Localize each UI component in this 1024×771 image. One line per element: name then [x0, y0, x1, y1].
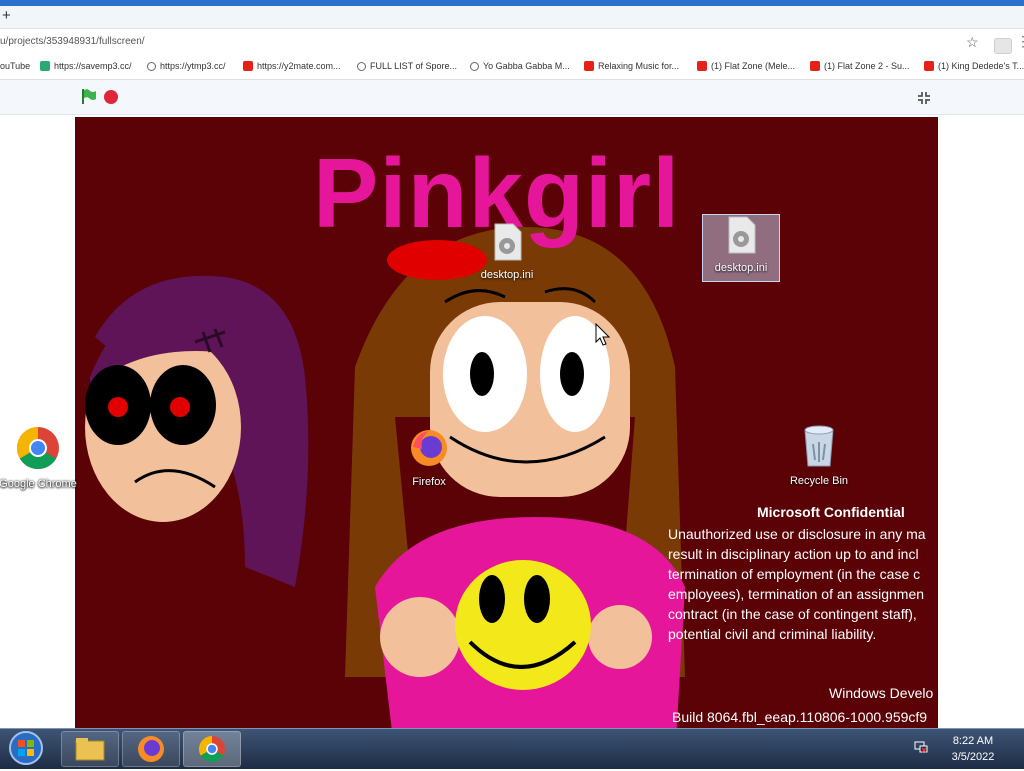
recycle-bin-icon [804, 425, 834, 467]
tab-strip [0, 6, 1024, 29]
file-label: desktop.ini [480, 269, 534, 281]
bookmark-item[interactable]: ouTube [0, 61, 30, 71]
bookmark-label: (1) Flat Zone 2 - Su... [824, 61, 910, 71]
recycle-bin[interactable]: Recycle Bin [779, 424, 859, 487]
folder-icon [75, 738, 105, 761]
bookmark-item[interactable]: Yo Gabba Gabba M... [470, 61, 570, 71]
bookmark-label: https://savemp3.cc/ [54, 61, 132, 71]
desktop-ini-file[interactable]: desktop.ini [467, 222, 547, 281]
bookmark-label: (1) Flat Zone (Mele... [711, 61, 796, 71]
taskbar-clock[interactable]: 8:22 AM 3/5/2022 [940, 733, 1006, 765]
taskbar-explorer-button[interactable] [61, 731, 119, 767]
bookmark-label: (1) King Dedede's T... [938, 61, 1024, 71]
watermark-heading: Microsoft Confidential [757, 504, 905, 520]
chrome-icon [16, 427, 59, 470]
shortcut-label: Google Chrome [0, 478, 77, 490]
youtube-icon [697, 61, 707, 71]
desktop-ini-file-selected[interactable]: desktop.ini [702, 214, 780, 282]
bookmark-item[interactable]: (1) King Dedede's T... [924, 61, 1024, 71]
scratch-stage[interactable]: Pinkgirl desktop.ini desktop.ini Firefox… [75, 117, 938, 757]
browser-menu-icon[interactable]: ⋮ [1016, 33, 1024, 50]
bookmark-label: ouTube [0, 61, 31, 71]
settings-file-icon [494, 223, 522, 261]
clock-date: 3/5/2022 [951, 751, 995, 763]
windows-start-icon[interactable] [6, 730, 46, 766]
bookmark-item[interactable]: https://savemp3.cc/ [40, 61, 132, 71]
watermark-line: Unauthorized use or disclosure in any ma [668, 526, 926, 542]
youtube-icon [584, 61, 594, 71]
extension-icon[interactable] [994, 38, 1012, 54]
globe-icon [147, 61, 156, 71]
watermark-body: Unauthorized use or disclosure in any ma… [668, 524, 926, 644]
mouse-cursor-icon [595, 323, 611, 346]
exit-fullscreen-icon[interactable] [916, 90, 932, 106]
bookmark-item[interactable]: FULL LIST of Spore... [357, 61, 457, 71]
green-flag-icon[interactable] [80, 88, 97, 105]
chrome-shortcut[interactable]: Google Chrome [0, 425, 78, 490]
watermark-line: termination of employment (in the case c [668, 566, 921, 582]
chrome-icon [198, 735, 225, 763]
build-text: Build 8064.fbl_eeap.110806-1000.959cf9 [672, 709, 928, 725]
bookmark-item[interactable]: (1) Flat Zone 2 - Su... [810, 61, 910, 71]
watermark-line: result in disciplinary action up to and … [668, 546, 919, 562]
savemp3-icon [40, 61, 50, 71]
firefox-icon [138, 736, 164, 762]
bookmark-item[interactable]: https://y2mate.com... [243, 61, 341, 71]
firefox-icon [411, 430, 447, 466]
stop-icon[interactable] [104, 90, 118, 104]
scratch-control-bar [0, 80, 1024, 115]
os-version-text: Windows Develo [829, 685, 934, 701]
globe-icon [357, 61, 366, 71]
globe-icon [470, 61, 479, 71]
network-icon[interactable] [914, 741, 928, 753]
bookmark-label: FULL LIST of Spore... [370, 61, 458, 71]
bookmark-item[interactable]: https://ytmp3.cc/ [147, 61, 226, 71]
youtube-icon [810, 61, 820, 71]
bookmark-label: Yo Gabba Gabba M... [483, 61, 570, 71]
bookmark-label: https://y2mate.com... [257, 61, 341, 71]
bookmark-label: Relaxing Music for... [598, 61, 680, 71]
bookmark-red-icon [243, 61, 253, 71]
bookmark-label: https://ytmp3.cc/ [160, 61, 226, 71]
watermark-line: potential civil and criminal liability. [668, 626, 877, 642]
shortcut-label: Firefox [412, 476, 446, 488]
file-label: desktop.ini [714, 262, 768, 274]
youtube-icon [924, 61, 934, 71]
clock-time: 8:22 AM [952, 735, 994, 747]
taskbar-chrome-button[interactable] [183, 731, 241, 767]
taskbar-firefox-button[interactable] [122, 731, 180, 767]
bookmark-item[interactable]: (1) Flat Zone (Mele... [697, 61, 795, 71]
address-bar-row [0, 29, 1024, 57]
recycle-bin-label: Recycle Bin [789, 475, 849, 487]
bookmark-item[interactable]: Relaxing Music for... [584, 61, 679, 71]
firefox-shortcut[interactable]: Firefox [389, 427, 469, 488]
new-tab-button[interactable]: + [2, 8, 11, 24]
watermark-line: contract (in the case of contingent staf… [668, 606, 917, 622]
bookmark-star-icon[interactable]: ☆ [966, 34, 979, 51]
url-field[interactable]: u/projects/353948931/fullscreen/ [0, 36, 145, 47]
watermark-line: employees), termination of an assignmen [668, 586, 925, 602]
settings-file-icon [728, 216, 756, 254]
